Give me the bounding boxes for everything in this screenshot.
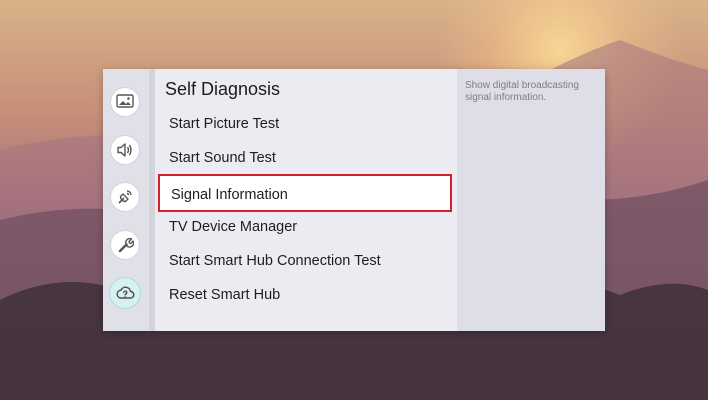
menu-item-smart-hub-connection-test[interactable]: Start Smart Hub Connection Test: [169, 249, 381, 273]
broadcasting-icon: [118, 190, 132, 204]
broadcasting-category-button[interactable]: [110, 182, 140, 212]
menu-item-tv-device-manager[interactable]: TV Device Manager: [169, 215, 297, 239]
sound-category-button[interactable]: [110, 135, 140, 165]
self-diagnosis-menu: Self Diagnosis Start Picture Test Start …: [155, 69, 457, 331]
general-category-button[interactable]: [110, 230, 140, 260]
support-cloud-icon: [116, 286, 135, 299]
picture-category-button[interactable]: [110, 87, 140, 117]
sound-icon: [117, 143, 132, 157]
menu-item-start-picture-test[interactable]: Start Picture Test: [169, 112, 279, 136]
menu-item-signal-information[interactable]: Signal Information: [158, 174, 452, 212]
description-text: Show digital broadcasting signal informa…: [465, 80, 579, 103]
picture-icon: [116, 94, 134, 108]
description-pane: Show digital broadcasting signal informa…: [457, 69, 605, 331]
menu-title: Self Diagnosis: [165, 79, 281, 99]
settings-panel: Self Diagnosis Start Picture Test Start …: [103, 69, 605, 331]
menu-item-reset-smart-hub[interactable]: Reset Smart Hub: [169, 283, 280, 307]
support-category-button[interactable]: [109, 277, 141, 309]
general-wrench-icon: [118, 237, 134, 253]
menu-item-start-sound-test[interactable]: Start Sound Test: [169, 146, 276, 170]
category-rail: [103, 69, 149, 331]
